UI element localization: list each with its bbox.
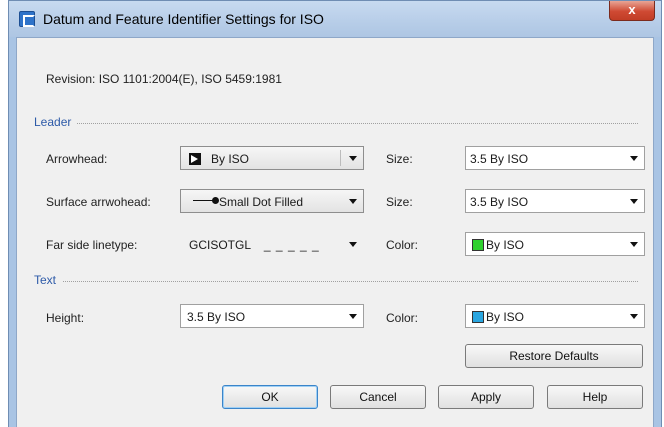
leader-color-dropdown[interactable]: By ISO [465,232,645,256]
arrowhead-dropdown[interactable]: By ISO [180,146,364,170]
arrowhead-value: By ISO [211,152,250,166]
ok-button[interactable]: OK [222,385,318,409]
revision-text: Revision: ISO 1101:2004(E), ISO 5459:198… [46,72,282,86]
chevron-down-icon [630,156,638,161]
text-section-header: Text [34,273,638,287]
blue-color-swatch-icon [472,311,484,323]
height-label: Height: [46,311,85,325]
surface-size-dropdown[interactable]: 3.5 By ISO [465,189,645,213]
close-button[interactable]: x [609,1,655,21]
chevron-down-icon [630,199,638,204]
arrowhead-size-dropdown[interactable]: 3.5 By ISO [465,146,645,170]
chevron-down-icon [349,199,357,204]
arrowhead-label: Arrowhead: [46,152,108,166]
far-side-linetype-dropdown[interactable]: GCISOTGL _ _ _ _ _ [180,232,364,256]
surface-arrowhead-dropdown[interactable]: Small Dot Filled [180,189,364,213]
help-button[interactable]: Help [547,385,643,409]
dialog-title: Datum and Feature Identifier Settings fo… [43,11,324,27]
cancel-button[interactable]: Cancel [330,385,426,409]
height-value: 3.5 By ISO [187,310,246,324]
surface-arrowhead-value: Small Dot Filled [219,195,304,209]
leader-section-header: Leader [34,115,638,129]
filled-arrowhead-icon [189,153,201,165]
height-dropdown[interactable]: 3.5 By ISO [180,304,364,328]
app-icon [19,11,35,27]
title-bar[interactable]: Datum and Feature Identifier Settings fo… [9,1,661,37]
leader-section-label: Leader [34,115,78,129]
dropdown-separator [340,150,341,166]
linetype-pattern: _ _ _ _ _ [263,238,320,252]
leader-color-value: By ISO [486,238,525,252]
text-color-dropdown[interactable]: By ISO [465,304,645,328]
text-color-label: Color: [386,311,419,325]
leader-color-label: Color: [386,238,419,252]
arrowhead-size-value: 3.5 By ISO [470,152,529,166]
chevron-down-icon [349,314,357,319]
far-side-linetype-value: GCISOTGL [189,238,251,252]
restore-defaults-button[interactable]: Restore Defaults [465,344,643,368]
small-dot-filled-icon [193,197,219,205]
green-color-swatch-icon [472,239,484,251]
chevron-down-icon [349,242,357,247]
apply-button[interactable]: Apply [438,385,534,409]
surface-size-value: 3.5 By ISO [470,195,529,209]
surface-size-label: Size: [386,195,413,209]
surface-arrowhead-label: Surface arrwohead: [46,195,151,209]
chevron-down-icon [630,314,638,319]
chevron-down-icon [349,156,357,161]
chevron-down-icon [630,242,638,247]
text-color-value: By ISO [486,310,525,324]
text-section-label: Text [34,273,63,287]
arrowhead-size-label: Size: [386,152,413,166]
far-side-linetype-label: Far side linetype: [46,238,138,252]
